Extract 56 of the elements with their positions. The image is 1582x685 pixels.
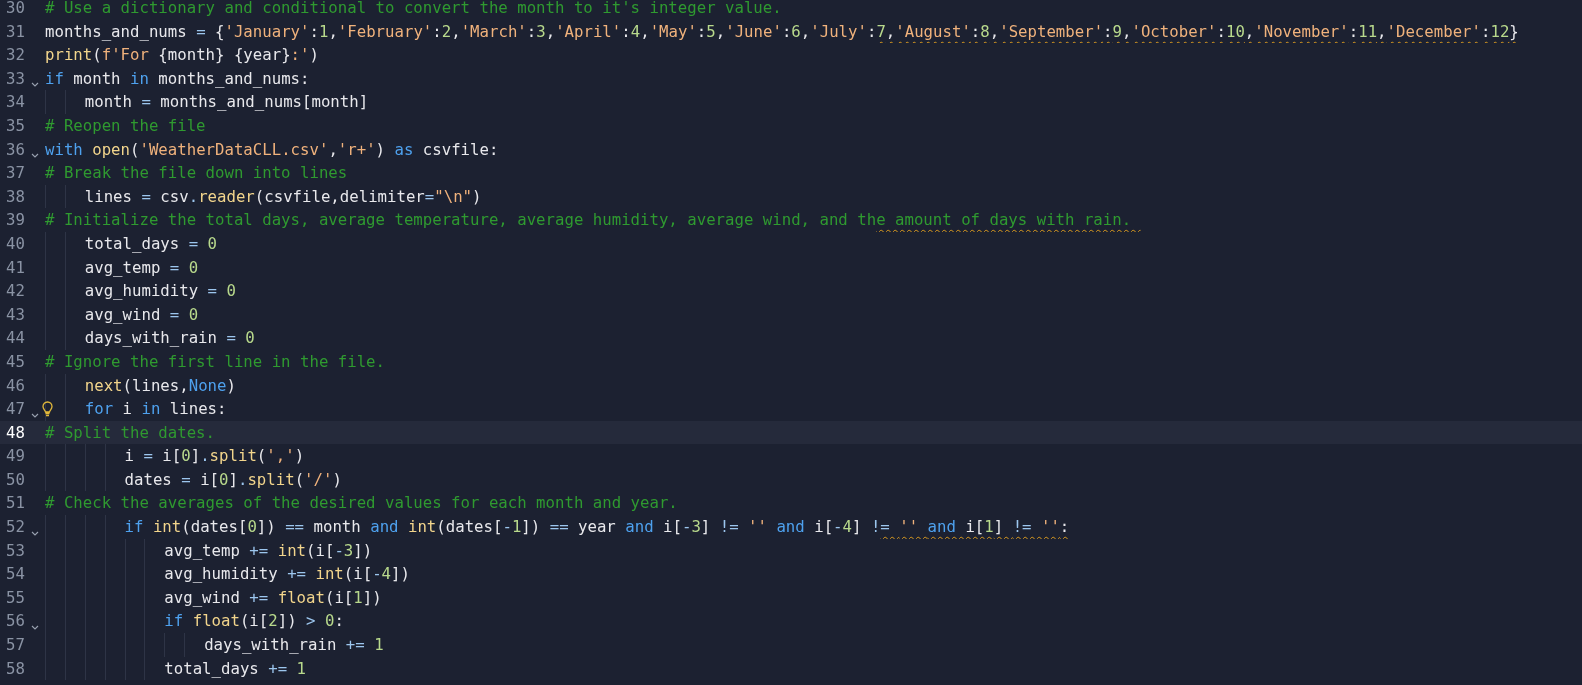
line-number: 53 [5,539,25,562]
code-text: print(f'For {month} {year}:') [45,44,319,67]
line-number: 39 [5,209,25,232]
line-number: 30 [5,0,25,19]
line-number: 48 [5,421,25,444]
line-number: 31 [5,20,25,43]
code-text: if int(dates[0]) == month and int(dates[-1]) == year and i[-3] != '' and i[-4] != '' and i[1] != '': [45,515,1070,539]
code-text: # Break the file down into lines [45,162,348,185]
line-number: 40 [5,232,25,255]
line-number: 34 [5,91,25,114]
code-text: # Reopen the file [45,114,206,137]
line-number: 47 [5,398,25,421]
chevron-down-icon[interactable] [31,625,39,631]
line-number: 52 [5,516,25,539]
line-number: 32 [5,44,25,67]
line-number: 54 [5,563,25,586]
line-number: 50 [5,468,25,491]
code-text: for i in lines: [45,397,227,421]
code-text: # Check the averages of the desired values for each month and year. [45,492,678,515]
line-number: 45 [5,350,25,373]
chevron-down-icon[interactable] [31,82,39,88]
code-text: # Use a dictionary and conditional to convert the month to it's integer value. [45,0,782,19]
line-number: 44 [5,327,25,350]
lightbulb-icon[interactable] [42,401,53,418]
line-number: 43 [5,303,25,326]
code-text: days_with_rain = 0 [45,326,255,350]
chevron-down-icon[interactable] [31,153,39,159]
line-number: 51 [5,492,25,515]
line-number: 55 [5,586,25,609]
code-text: total_days = 0 [45,231,218,256]
code-text: with open('WeatherDataCLL.csv','r+') as csvfile: [45,138,499,161]
line-number: 49 [5,445,25,468]
code-text: days_with_rain += 1 [45,633,384,657]
code-text: if month in months_and_nums: [45,67,310,90]
code-text: avg_humidity += int(i[-4]) [45,562,410,586]
line-number: 46 [5,374,25,397]
line-number: 57 [5,634,25,657]
line-number: 42 [5,280,25,303]
code-text: total_days += 1 [45,656,307,681]
code-text: # Initialize the total days, average temperature, average humidity, average wind, and the amount of days with rain. [45,209,1133,232]
code-text: # Ignore the first line in the file. [45,350,385,373]
line-number: 36 [5,138,25,161]
code-text: month = months_and_nums[month] [45,90,369,114]
code-text: i = i[0].split(',') [45,444,305,468]
line-number: 58 [5,657,25,680]
code-text: months_and_nums = {'January':1,'February':2,'March':3,'April':4,'May':5,'June':6,'July':7,'August':8,'September':9,'October':10,'November':11,'December':12} [45,20,1519,43]
line-number: 41 [5,256,25,279]
chevron-down-icon[interactable] [31,530,39,536]
line-number: 35 [5,114,25,137]
line-number: 38 [5,185,25,208]
line-number: 56 [5,610,25,633]
code-text: # Split the dates. [45,421,215,444]
line-number: 37 [5,162,25,185]
code-text: avg_humidity = 0 [45,279,236,303]
line-number: 33 [5,67,25,90]
chevron-down-icon[interactable] [31,412,39,418]
